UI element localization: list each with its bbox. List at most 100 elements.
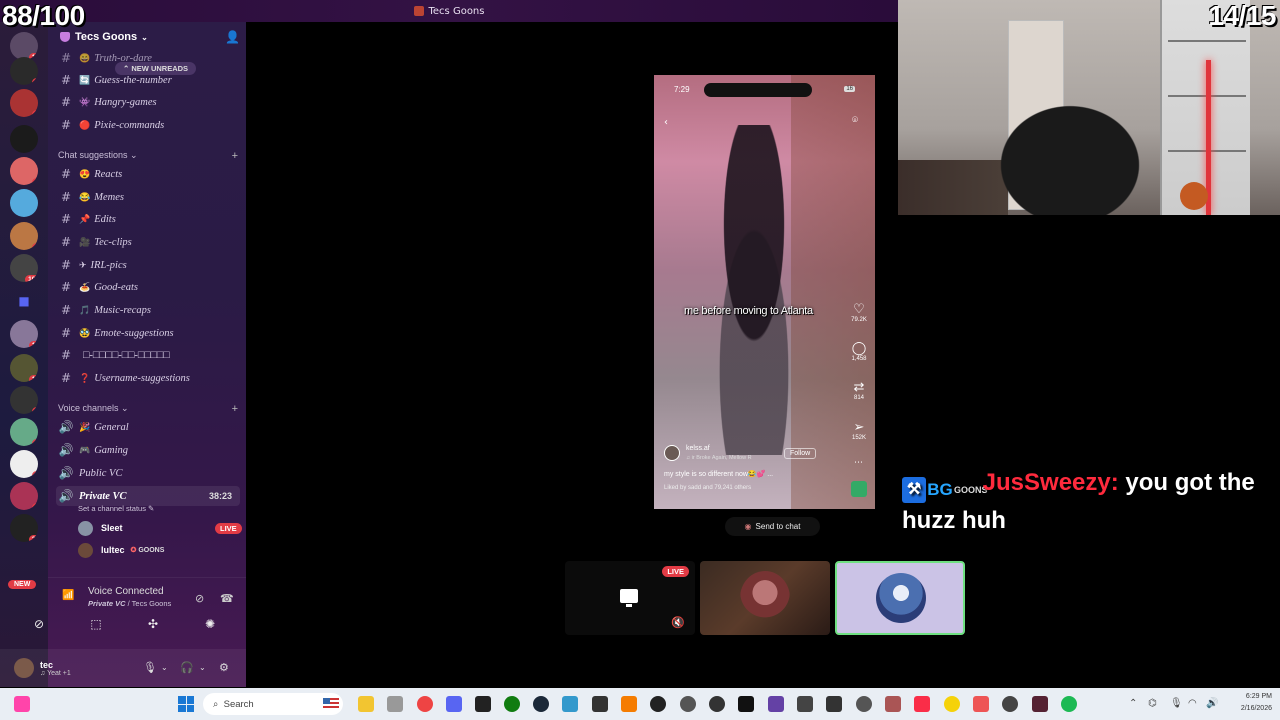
back-icon[interactable]: ‹ bbox=[664, 117, 668, 128]
comment-button[interactable]: ◯ 1,458 bbox=[849, 340, 869, 362]
channel-irl-pics[interactable]: # ✈ IRL-pics bbox=[56, 255, 240, 275]
server-icon-2[interactable]: 2 bbox=[10, 57, 38, 85]
voice-connected-channel[interactable]: Private VC / Tecs Goons bbox=[88, 599, 171, 608]
voice-channel-gaming[interactable]: 🔊 🎮 Gaming bbox=[56, 440, 240, 460]
server-icon-9[interactable]: 18 bbox=[10, 320, 38, 348]
app-icon[interactable] bbox=[387, 696, 403, 712]
channel-tec-clips[interactable]: # 🎥 Tec-clips bbox=[56, 232, 240, 252]
add-channel-icon[interactable]: + bbox=[232, 150, 238, 162]
send-to-chat-button[interactable]: ◉ Send to chat bbox=[725, 517, 820, 536]
app-icon[interactable] bbox=[1002, 696, 1018, 712]
server-icon-14[interactable]: 1 bbox=[10, 482, 38, 510]
server-icon-11[interactable]: 4 bbox=[10, 386, 38, 414]
camera-icon[interactable]: ⌾ bbox=[852, 115, 858, 126]
category-voice-channels[interactable]: Voice channels ⌄ + bbox=[58, 403, 238, 415]
repost-button[interactable]: ⇄ 814 bbox=[849, 379, 869, 401]
app-icon[interactable] bbox=[797, 696, 813, 712]
voice-channel-public-vc[interactable]: 🔊 Public VC bbox=[56, 463, 240, 483]
steam-icon[interactable] bbox=[533, 696, 549, 712]
discord-icon[interactable] bbox=[446, 696, 462, 712]
server-icon-3[interactable]: 1 bbox=[10, 89, 38, 117]
add-user-icon[interactable]: 👤 bbox=[225, 30, 240, 44]
speaker-icon[interactable]: 🔊 bbox=[1206, 698, 1218, 709]
new-servers-pill[interactable]: NEW bbox=[8, 580, 37, 589]
app-icon[interactable] bbox=[826, 696, 842, 712]
channel-pixie-commands[interactable]: # 🔴 Pixie-commands bbox=[56, 115, 240, 135]
app-icon[interactable] bbox=[1032, 696, 1048, 712]
avatar[interactable] bbox=[14, 658, 34, 678]
server-icon-13[interactable]: 3 bbox=[10, 450, 38, 478]
wifi-icon[interactable]: ◠ bbox=[1188, 698, 1197, 709]
server-icon-1[interactable]: 17 bbox=[10, 32, 38, 60]
category-chat-suggestions[interactable]: Chat suggestions ⌄ + bbox=[58, 150, 238, 162]
server-icon-15[interactable]: 26 bbox=[10, 514, 38, 542]
gear-icon[interactable]: ⚙ bbox=[219, 661, 229, 674]
file-explorer-icon[interactable] bbox=[358, 696, 374, 712]
creator-username[interactable]: kelss.af bbox=[686, 445, 710, 452]
app-icon[interactable] bbox=[944, 696, 960, 712]
chrome-icon[interactable] bbox=[417, 696, 433, 712]
participant-tile-1[interactable] bbox=[700, 561, 830, 635]
app-icon[interactable] bbox=[562, 696, 578, 712]
app-icon[interactable] bbox=[856, 696, 872, 712]
channel-reacts[interactable]: # 😍 Reacts bbox=[56, 164, 240, 184]
song-name[interactable]: ♫ ir Broke Again, Mellow R bbox=[686, 455, 752, 461]
channel-edits[interactable]: # 📌 Edits bbox=[56, 209, 240, 229]
voice-channel-general[interactable]: 🔊 🎉 General bbox=[56, 417, 240, 437]
chevron-down-icon[interactable]: ⌄ bbox=[199, 663, 206, 672]
app-icon[interactable] bbox=[738, 696, 754, 712]
server-icon-6[interactable] bbox=[10, 189, 38, 217]
share-button[interactable]: ➢ 152K bbox=[849, 419, 869, 441]
stream-tile[interactable]: LIVE 🔇 bbox=[565, 561, 695, 635]
app-icon[interactable] bbox=[592, 696, 608, 712]
chevron-up-icon[interactable]: ⌃ bbox=[1129, 698, 1137, 709]
server-icon-12[interactable]: 6 bbox=[10, 418, 38, 446]
more-icon[interactable]: ⋯ bbox=[854, 458, 863, 468]
channel-username-suggestions[interactable]: # ❓ Username-suggestions bbox=[56, 368, 240, 388]
start-button[interactable] bbox=[178, 696, 194, 712]
noise-suppression-icon[interactable]: ⊘ bbox=[195, 592, 204, 605]
app-icon[interactable] bbox=[973, 696, 989, 712]
channel-music-recaps[interactable]: # 🎵 Music-recaps bbox=[56, 300, 240, 320]
channel-unknown[interactable]: # □-□□□□-□□-□□□□□ bbox=[56, 345, 240, 365]
app-icon[interactable] bbox=[650, 696, 666, 712]
server-icon-4[interactable] bbox=[10, 125, 38, 153]
server-icon-10[interactable]: 14 bbox=[10, 354, 38, 382]
channel-status-prompt[interactable]: Set a channel status ✎ bbox=[78, 504, 154, 513]
avatar[interactable] bbox=[664, 445, 680, 461]
xbox-icon[interactable] bbox=[504, 696, 520, 712]
add-channel-icon[interactable]: + bbox=[232, 403, 238, 415]
participant-tile-2[interactable] bbox=[835, 561, 965, 635]
network-icon[interactable]: ⌬ bbox=[1148, 698, 1157, 709]
video-off-toggle[interactable]: ⊘ bbox=[27, 614, 51, 634]
folder-icon[interactable]: ■ bbox=[10, 287, 38, 315]
stream-video[interactable]: 7:29 16 ‹ ⌾ me before moving to Atlanta … bbox=[654, 75, 875, 509]
voice-channel-private-vc[interactable]: 🔊 Private VC 38:23 bbox=[56, 486, 240, 506]
voice-user-lultec[interactable]: lultec ✪ GOONS bbox=[78, 541, 164, 559]
follow-button[interactable]: Follow bbox=[784, 448, 817, 459]
new-unreads-pill[interactable]: ⌃ NEW UNREADS bbox=[115, 62, 197, 75]
app-icon[interactable] bbox=[709, 696, 725, 712]
spotify-icon[interactable] bbox=[1061, 696, 1077, 712]
app-icon[interactable] bbox=[885, 696, 901, 712]
channel-memes[interactable]: # 😂 Memes bbox=[56, 187, 240, 207]
voice-user-sleet[interactable]: Sleet LIVE bbox=[78, 519, 242, 537]
epic-games-icon[interactable] bbox=[475, 696, 491, 712]
audio-thumbnail[interactable] bbox=[851, 481, 867, 497]
gear-icon[interactable] bbox=[680, 696, 696, 712]
music-icon[interactable] bbox=[914, 696, 930, 712]
server-icon-5[interactable]: 1 bbox=[10, 157, 38, 185]
microphone-icon[interactable]: 🎙 bbox=[1170, 698, 1183, 709]
activities-button[interactable]: ✣ bbox=[141, 614, 165, 634]
like-button[interactable]: ♡ 79.2K bbox=[849, 301, 869, 323]
taskbar-search[interactable]: ⌕ Search bbox=[203, 693, 343, 715]
channel-emote-suggestions[interactable]: # 🥸 Emote-suggestions bbox=[56, 323, 240, 343]
mute-icon[interactable]: 🔇 bbox=[671, 616, 685, 629]
app-icon[interactable] bbox=[768, 696, 784, 712]
microphone-icon[interactable]: 🎙 bbox=[143, 661, 157, 674]
server-icon-7[interactable]: 1 bbox=[10, 222, 38, 250]
channel-good-eats[interactable]: # 🍝 Good-eats bbox=[56, 277, 240, 297]
headphones-icon[interactable]: 🎧 bbox=[180, 661, 194, 674]
screen-share-button[interactable]: ⬚ bbox=[84, 614, 108, 634]
disconnect-icon[interactable]: ☎ bbox=[220, 592, 234, 605]
